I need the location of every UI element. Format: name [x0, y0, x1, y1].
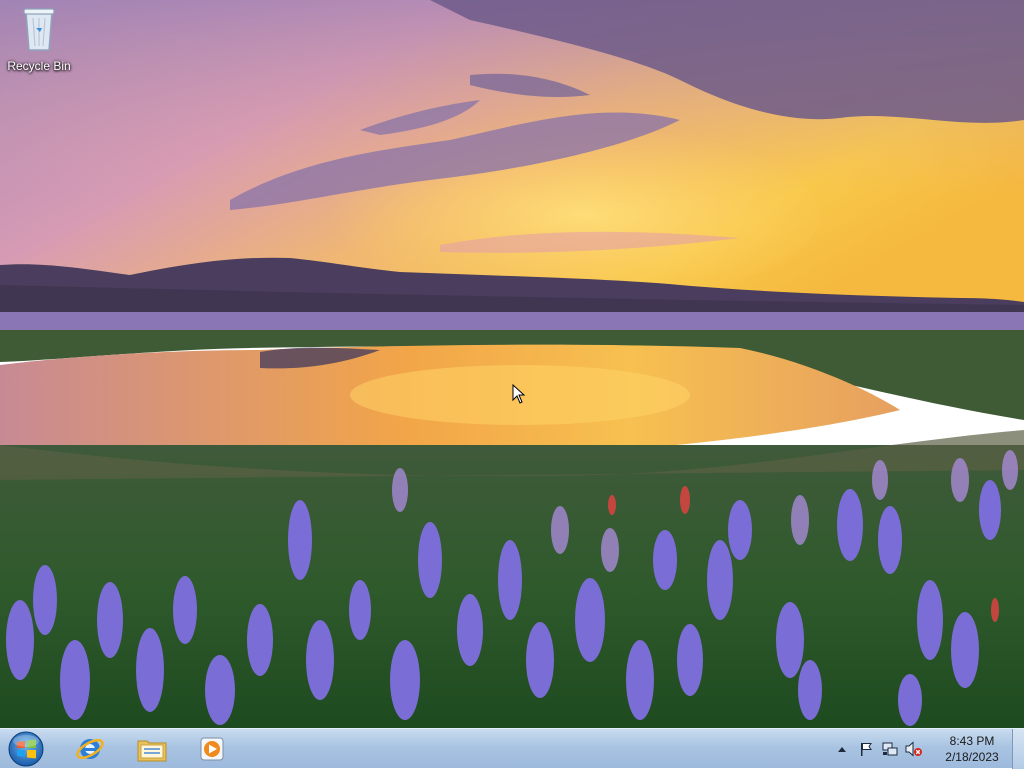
show-hidden-icons-arrow [838, 747, 846, 752]
taskbar-ie-button[interactable] [62, 731, 118, 767]
network-button[interactable] [881, 740, 899, 758]
file-explorer-icon [137, 740, 167, 762]
internet-explorer-icon [76, 739, 104, 759]
mouse-cursor [512, 384, 526, 404]
show-desktop-button[interactable] [1012, 729, 1024, 769]
system-tray: 8:43 PM 2/18/2023 [830, 729, 1008, 769]
wallpaper [0, 0, 1024, 728]
desktop-icon-label: Recycle Bin [7, 59, 71, 73]
volume-button[interactable] [905, 740, 923, 758]
clock-time: 8:43 PM [949, 734, 995, 748]
clock[interactable]: 8:43 PM 2/18/2023 [936, 733, 1008, 765]
volume-muted-icon [905, 741, 922, 757]
clock-date: 2/18/2023 [945, 750, 999, 764]
taskbar-explorer-button[interactable] [124, 731, 180, 767]
desktop[interactable]: Recycle Bin [0, 0, 1024, 728]
desktop-icon-recycle-bin[interactable]: Recycle Bin [4, 6, 74, 73]
windows-start-orb-icon [8, 731, 44, 767]
network-icon [882, 742, 898, 756]
action-center-button[interactable] [857, 740, 875, 758]
action-center-flag-icon [861, 743, 872, 756]
taskbar-media-player-button[interactable] [184, 731, 240, 767]
media-player-icon [200, 737, 224, 761]
start-button[interactable] [6, 730, 46, 768]
taskbar: 8:43 PM 2/18/2023 [0, 728, 1024, 769]
recycle-bin-icon [23, 8, 55, 51]
show-hidden-icons-button[interactable] [833, 740, 851, 758]
